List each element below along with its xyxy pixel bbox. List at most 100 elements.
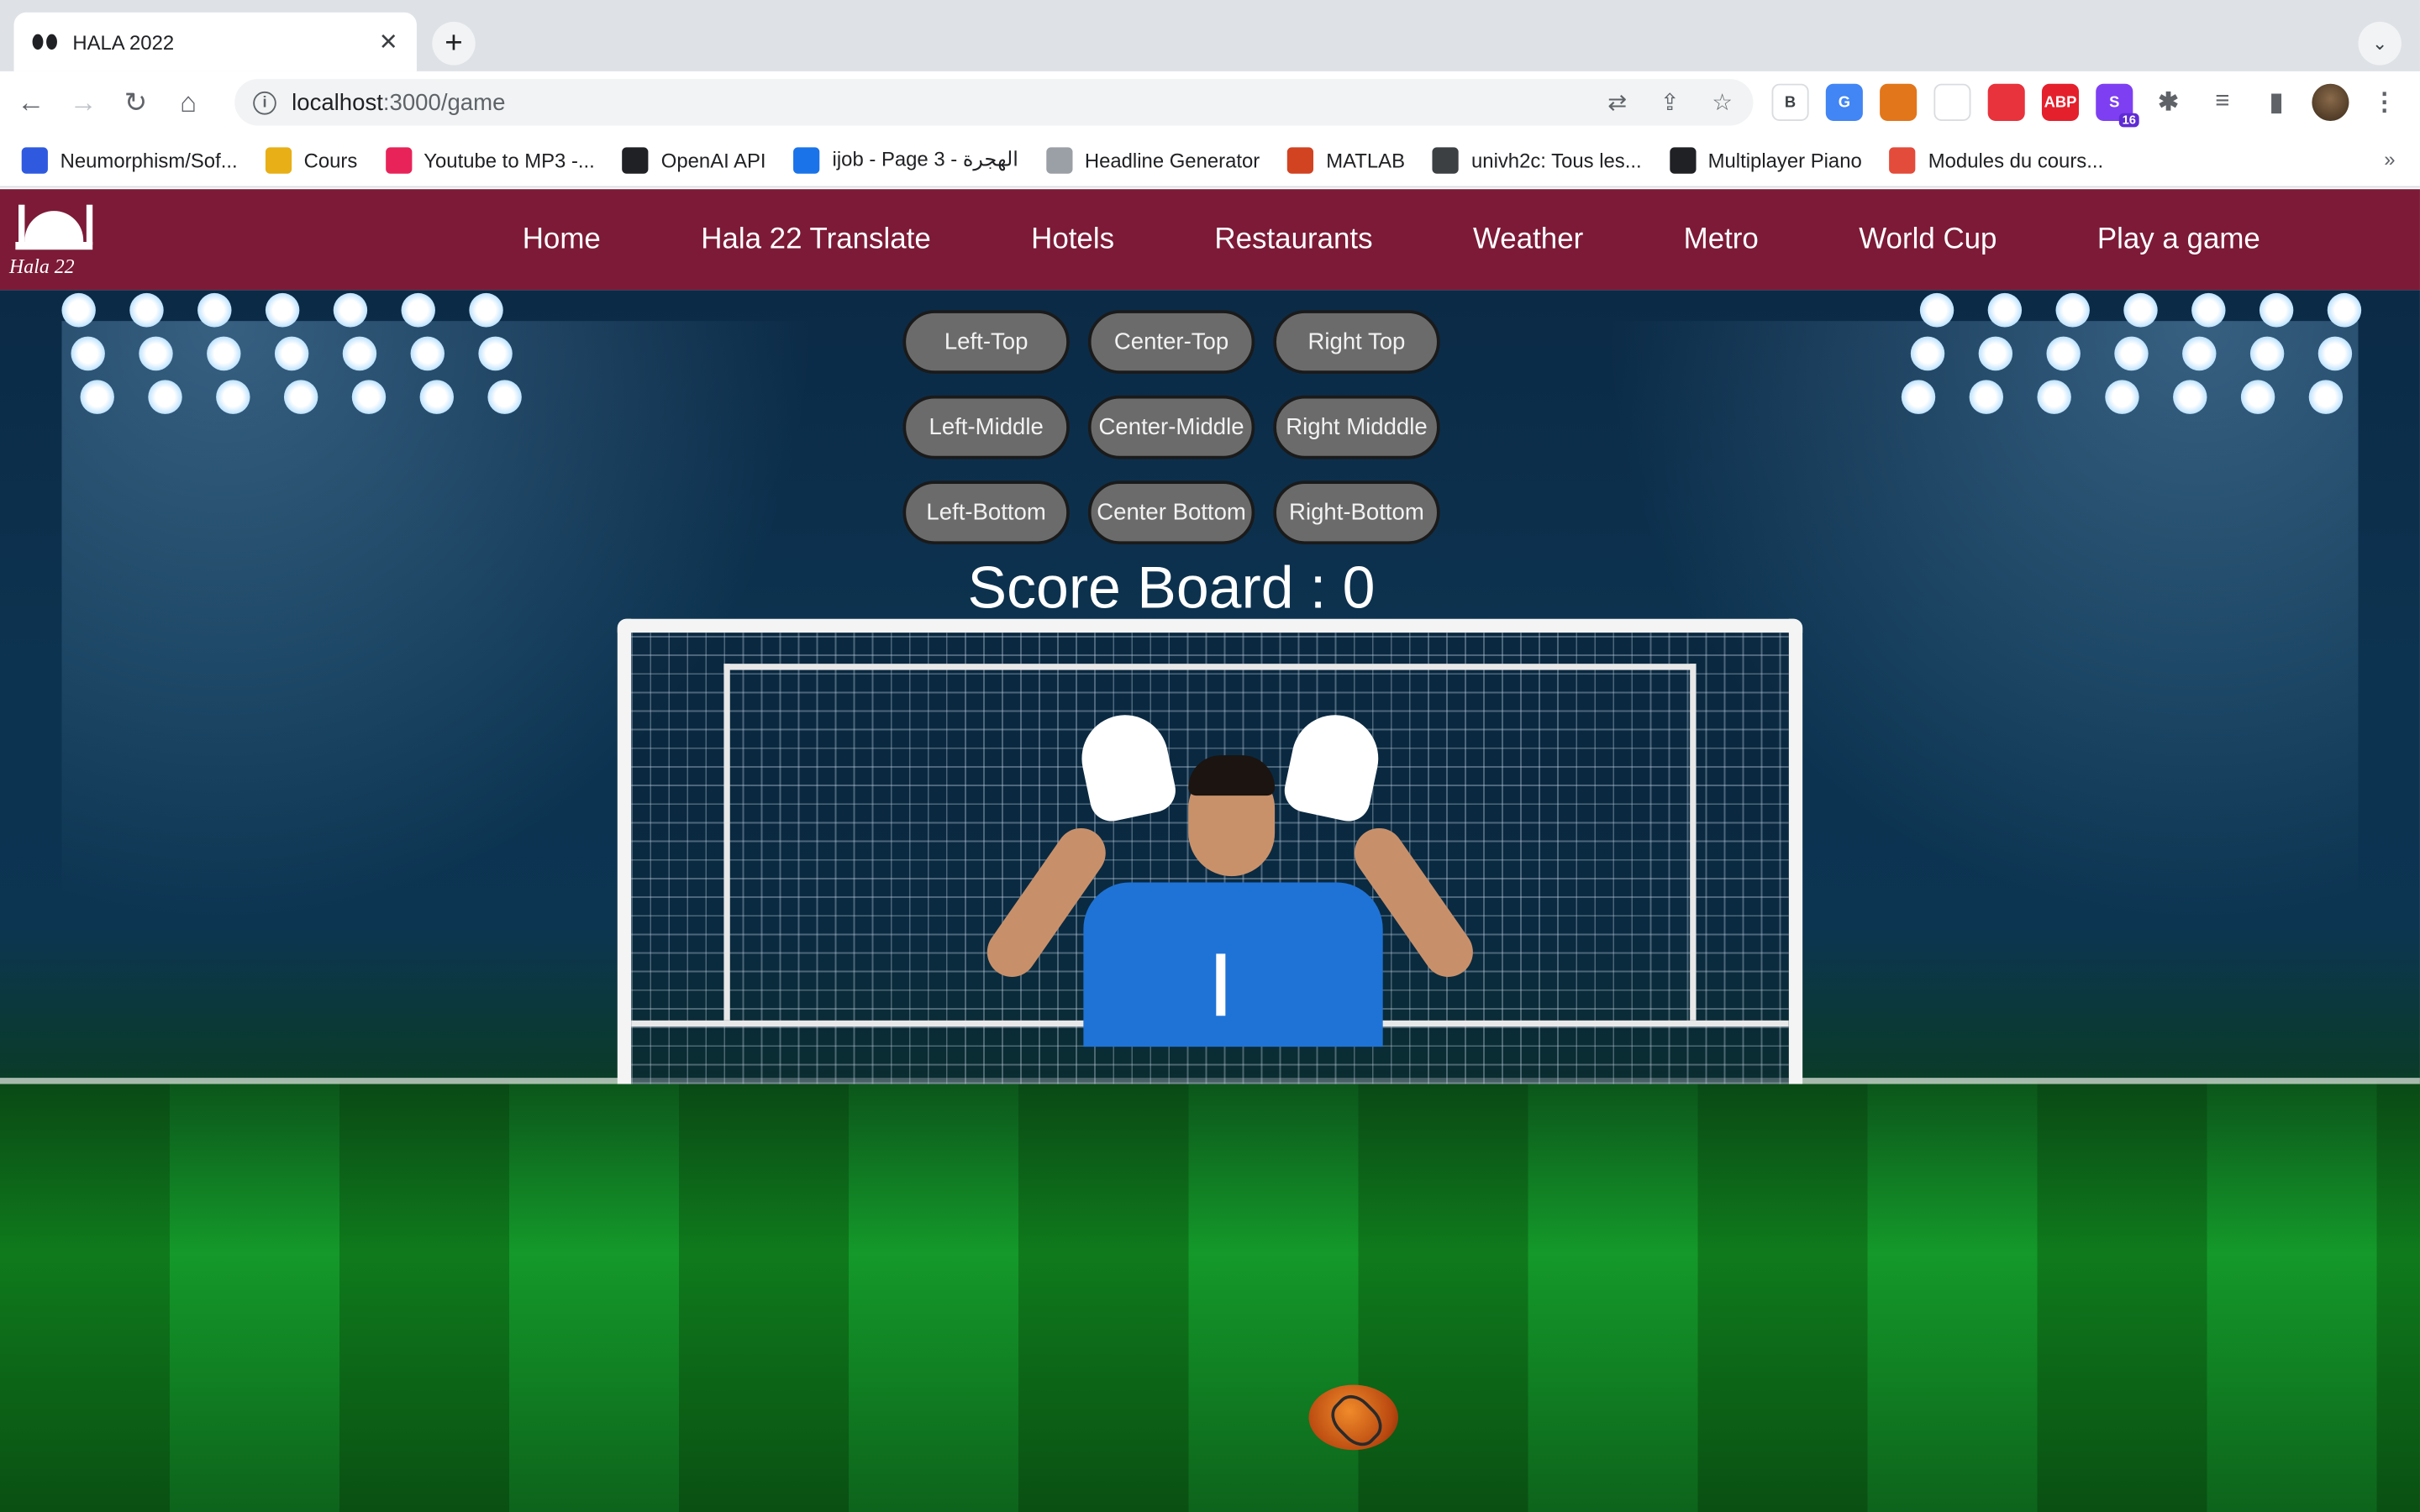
floodlight-bulb — [333, 292, 368, 328]
logo-text: Hala 22 — [9, 254, 75, 278]
nav-link-play-a-game[interactable]: Play a game — [2047, 223, 2310, 257]
forward-icon[interactable]: → — [61, 81, 104, 124]
score-board: Score Board : 0 — [967, 556, 1376, 622]
bookmark-item[interactable]: Youtube to MP3 -... — [385, 146, 595, 173]
bookmark-label: ijob - Page 3 - الهجرة — [832, 147, 1018, 171]
keeper-glove-left — [1073, 706, 1180, 826]
scope-icon[interactable] — [1933, 83, 1971, 122]
floodlight-bulb — [419, 380, 454, 414]
bookmarks-bar: Neumorphism/Sof... Cours Youtube to MP3 -.… — [0, 133, 2420, 188]
floodlight-bulb — [2046, 336, 2081, 371]
close-tab-icon[interactable]: ✕ — [379, 28, 398, 55]
bookmark-item[interactable]: MATLAB — [1287, 146, 1405, 173]
bookmark-favicon-icon — [622, 146, 650, 173]
bookmark-item[interactable]: Headline Generator — [1045, 146, 1260, 173]
bookmark-label: Cours — [303, 148, 358, 172]
address-bar[interactable]: i localhost:3000/game ⇄ ⇪ ☆ — [234, 79, 1754, 126]
nav-link-weather[interactable]: Weather — [1423, 223, 1634, 257]
bitwarden-icon[interactable]: B — [1771, 83, 1809, 122]
bookmark-item[interactable]: Neumorphism/Sof... — [21, 146, 238, 173]
reading-list-icon[interactable]: ≡ — [2204, 84, 2241, 121]
bookmark-favicon-icon — [1433, 146, 1460, 173]
keeper-shirt — [1083, 882, 1383, 1047]
logo-base — [15, 242, 93, 250]
site-navbar: Hala 22 Home Hala 22 Translate Hotels Resta… — [0, 189, 2420, 291]
floodlight-bulb — [342, 336, 377, 371]
share-icon[interactable]: ⇪ — [1655, 87, 1686, 118]
red-ext-icon[interactable] — [1987, 83, 2025, 122]
bookmark-favicon-icon — [21, 146, 48, 173]
floodlight-bulb — [2055, 292, 2090, 328]
floodlight-left — [61, 290, 555, 429]
nav-link-world-cup[interactable]: World Cup — [1809, 223, 2048, 257]
adblock-icon[interactable]: ABP — [2041, 83, 2080, 122]
translate-icon[interactable]: G — [1825, 83, 1863, 122]
bookmark-label: Modules du cours... — [1928, 148, 2104, 172]
shot-button-center-middle[interactable]: Center-Middle — [1087, 395, 1255, 459]
shot-button-left-bottom[interactable]: Left-Bottom — [902, 480, 1070, 545]
site-info-icon[interactable]: i — [253, 91, 276, 114]
bookmark-item[interactable]: Multiplayer Piano — [1669, 146, 1862, 173]
logo-minaret-left — [18, 204, 25, 245]
nav-link-hotels[interactable]: Hotels — [981, 223, 1164, 257]
floodlight-right — [1865, 290, 2362, 429]
shot-button-center-top[interactable]: Center-Top — [1087, 310, 1255, 374]
bookmark-item[interactable]: OpenAI API — [622, 146, 766, 173]
bookmark-favicon-icon — [1287, 146, 1314, 173]
floodlight-bulb — [197, 292, 232, 328]
floodlight-bulb — [401, 292, 435, 328]
floodlight-bulb — [2259, 292, 2294, 328]
bookmark-label: univh2c: Tous les... — [1471, 148, 1642, 172]
extensions-area: B G ABP S 16 ✱ ≡ ▮ ⋮ — [1771, 83, 2403, 128]
pitch — [0, 1080, 2420, 1512]
new-tab-button[interactable]: + — [432, 21, 476, 66]
logo-dome — [24, 211, 84, 245]
s-ext-icon[interactable]: S 16 — [2096, 83, 2139, 128]
shot-button-right-bottom[interactable]: Right-Bottom — [1273, 480, 1440, 545]
more-bookmarks-icon[interactable]: » — [2384, 147, 2395, 171]
tab-search-button[interactable]: ⌄ — [2358, 21, 2402, 66]
football — [1308, 1384, 1399, 1451]
back-icon[interactable]: ← — [9, 81, 52, 124]
floodlight-bulb — [2308, 380, 2344, 414]
keeper-hair — [1188, 755, 1276, 796]
bookmark-item[interactable]: Modules du cours... — [1889, 146, 2104, 173]
browser-menu-icon[interactable]: ⋮ — [2366, 84, 2403, 121]
site-logo[interactable]: Hala 22 — [9, 198, 102, 282]
nav-link-restaurants[interactable]: Restaurants — [1165, 223, 1423, 257]
bookmark-item[interactable]: ijob - Page 3 - الهجرة — [793, 146, 1018, 173]
shot-button-left-top[interactable]: Left-Top — [902, 310, 1070, 374]
floodlight-bulb — [478, 336, 513, 371]
home-icon[interactable]: ⌂ — [166, 81, 209, 124]
bookmark-star-icon[interactable]: ☆ — [1707, 87, 1738, 118]
main-nav: Home Hala 22 Translate Hotels Restaurants We… — [472, 189, 2311, 290]
floodlight-bulb — [2249, 336, 2285, 371]
floodlight-bulb — [207, 336, 241, 371]
floodlight-bulb — [1901, 380, 1936, 414]
reload-icon[interactable]: ↻ — [114, 81, 157, 124]
nav-link-home[interactable]: Home — [472, 223, 650, 257]
metamask-icon[interactable] — [1880, 83, 1918, 122]
puzzle-icon[interactable]: ✱ — [2150, 84, 2187, 121]
shot-button-left-middle[interactable]: Left-Middle — [902, 395, 1070, 459]
floodlight-bulb — [1987, 292, 2023, 328]
bookmark-label: Youtube to MP3 -... — [424, 148, 595, 172]
bookmark-favicon-icon — [385, 146, 412, 173]
bookmark-item[interactable]: univh2c: Tous les... — [1433, 146, 1642, 173]
shot-button-right-top[interactable]: Right Top — [1273, 310, 1440, 374]
floodlight-bulb — [487, 380, 522, 414]
browser-tab[interactable]: HALA 2022 ✕ — [13, 12, 417, 71]
bookmark-item[interactable]: Cours — [265, 146, 358, 173]
side-panel-icon[interactable]: ▮ — [2258, 84, 2295, 121]
url-text[interactable]: localhost:3000/game — [292, 89, 505, 115]
nav-link-hala-22-translate[interactable]: Hala 22 Translate — [651, 223, 981, 257]
floodlight-bulb — [129, 292, 164, 328]
shot-button-right-midddle[interactable]: Right Midddle — [1273, 395, 1440, 459]
floodlight-bulb — [2123, 292, 2158, 328]
bookmark-label: Multiplayer Piano — [1707, 148, 1862, 172]
floodlight-bulb — [2173, 380, 2207, 414]
profile-avatar[interactable] — [2312, 83, 2349, 122]
nav-link-metro[interactable]: Metro — [1634, 223, 1809, 257]
shot-button-center-bottom[interactable]: Center Bottom — [1087, 480, 1255, 545]
translate-page-icon[interactable]: ⇄ — [1602, 87, 1633, 118]
